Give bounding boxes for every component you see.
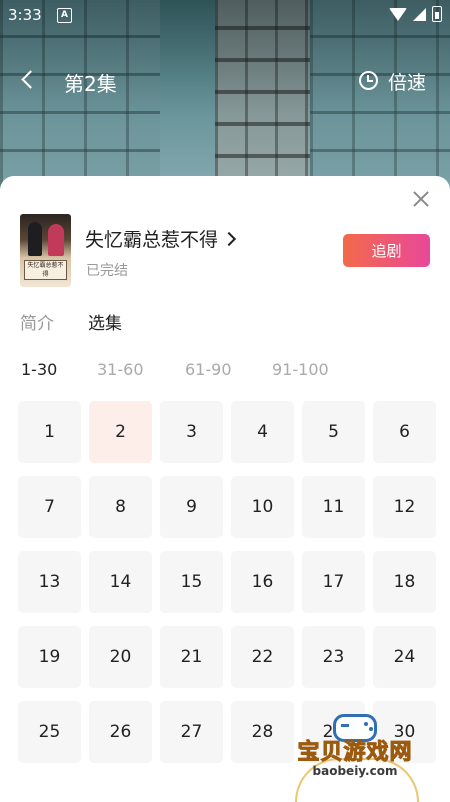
tab-episodes[interactable]: 选集	[88, 309, 122, 334]
poster-figure-woman	[48, 224, 64, 256]
episode-cell[interactable]: 19	[18, 626, 81, 688]
poster-figure-man	[28, 222, 42, 256]
status-bar: 3:33 A	[0, 0, 450, 30]
episode-cell[interactable]: 3	[160, 401, 223, 463]
episode-cell[interactable]: 27	[160, 701, 223, 763]
episode-cell[interactable]: 6	[373, 401, 436, 463]
episode-cell[interactable]: 23	[302, 626, 365, 688]
range-tab-61-90[interactable]: 61-90	[185, 360, 232, 379]
battery-icon	[432, 6, 442, 22]
episode-cell[interactable]: 21	[160, 626, 223, 688]
episode-cell[interactable]: 20	[89, 626, 152, 688]
episode-cell[interactable]: 4	[231, 401, 294, 463]
episode-cell[interactable]: 24	[373, 626, 436, 688]
drama-status: 已完结	[86, 263, 128, 279]
wifi-icon	[389, 7, 407, 21]
watermark-url: baobeiy.com	[312, 764, 398, 778]
status-icons	[389, 6, 442, 22]
episode-cell[interactable]: 7	[18, 476, 81, 538]
episode-cell[interactable]: 11	[302, 476, 365, 538]
episode-cell[interactable]: 22	[231, 626, 294, 688]
cellular-signal-icon	[413, 7, 426, 21]
episode-cell[interactable]: 8	[89, 476, 152, 538]
episode-cell[interactable]: 5	[302, 401, 365, 463]
poster-title-text: 失忆霸总惹不得	[24, 260, 67, 280]
episode-title: 第2集	[64, 72, 117, 96]
episode-cell[interactable]: 14	[89, 551, 152, 613]
watermark-title: 宝贝游戏网	[297, 740, 413, 766]
drama-title-link[interactable]: 失忆霸总惹不得	[85, 225, 237, 252]
back-icon[interactable]	[21, 70, 40, 89]
watermark-logo: 宝贝游戏网 baobeiy.com	[275, 700, 435, 802]
episode-cell[interactable]: 26	[89, 701, 152, 763]
status-time: 3:33	[8, 6, 42, 24]
episode-cell[interactable]: 17	[302, 551, 365, 613]
speed-button[interactable]: 倍速	[388, 68, 426, 95]
episode-cell[interactable]: 12	[373, 476, 436, 538]
range-tab-31-60[interactable]: 31-60	[97, 360, 144, 379]
range-tab-1-30[interactable]: 1-30	[21, 360, 57, 379]
chevron-right-icon	[221, 231, 237, 246]
drama-poster[interactable]: 失忆霸总惹不得	[20, 214, 71, 287]
episode-cell[interactable]: 25	[18, 701, 81, 763]
follow-button[interactable]: 追剧	[343, 234, 430, 267]
range-tab-91-100[interactable]: 91-100	[272, 360, 329, 379]
drama-title: 失忆霸总惹不得	[85, 229, 219, 251]
notification-icon: A	[57, 8, 72, 23]
speed-icon[interactable]	[359, 71, 378, 90]
episode-cell[interactable]: 13	[18, 551, 81, 613]
episode-cell[interactable]: 9	[160, 476, 223, 538]
episode-cell[interactable]: 1	[18, 401, 81, 463]
close-icon[interactable]	[410, 188, 432, 210]
episode-cell[interactable]: 2	[89, 401, 152, 463]
episode-cell[interactable]: 18	[373, 551, 436, 613]
tab-intro[interactable]: 简介	[20, 309, 54, 334]
episode-cell[interactable]: 15	[160, 551, 223, 613]
episode-cell[interactable]: 16	[231, 551, 294, 613]
player-top-bar: 第2集 倍速	[0, 60, 450, 102]
episode-cell[interactable]: 10	[231, 476, 294, 538]
